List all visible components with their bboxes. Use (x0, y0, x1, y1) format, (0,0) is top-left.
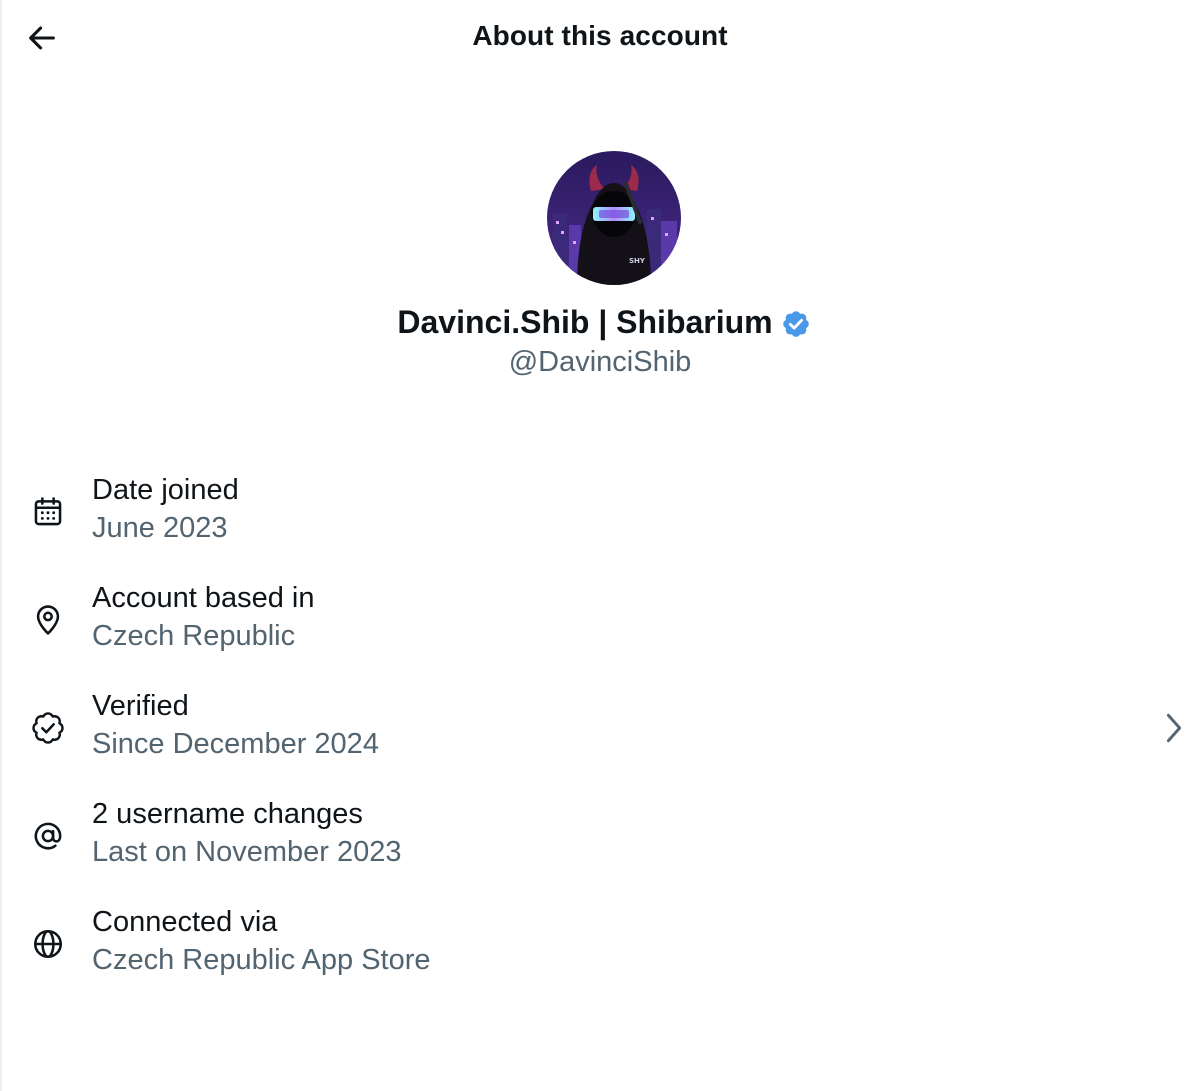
info-title: 2 username changes (92, 798, 363, 830)
info-row-connected-via: Connected via Czech Republic App Store (0, 906, 1200, 998)
info-value: Czech Republic App Store (92, 944, 431, 976)
page-title: About this account (472, 20, 728, 51)
display-name-row: Davinci.Shib | Shibarium (0, 304, 1200, 341)
info-row-date-joined: Date joined June 2023 (0, 474, 1200, 566)
info-title: Account based in (92, 582, 315, 614)
chevron-right-icon[interactable] (1160, 708, 1188, 748)
globe-icon (28, 924, 68, 964)
info-row-verified[interactable]: Verified Since December 2024 (0, 690, 1200, 782)
info-value: Czech Republic (92, 620, 296, 652)
info-value: Last on November 2023 (92, 836, 402, 868)
hooded-devil-avatar: SHY (547, 151, 681, 285)
info-title: Connected via (92, 906, 278, 938)
info-row-based-in: Account based in Czech Republic (0, 582, 1200, 674)
info-title: Date joined (92, 474, 239, 506)
verified-check-icon (28, 708, 68, 748)
at-sign-icon (28, 816, 68, 856)
svg-text:SHY: SHY (629, 257, 646, 265)
info-title: Verified (92, 690, 189, 722)
info-row-username-changes: 2 username changes Last on November 2023 (0, 798, 1200, 890)
verified-badge-icon[interactable] (781, 309, 811, 339)
handle: @DavinciShib (508, 346, 692, 378)
info-value: Since December 2024 (92, 728, 379, 760)
info-value: June 2023 (92, 512, 228, 544)
calendar-icon (28, 492, 68, 532)
avatar[interactable]: SHY (547, 151, 681, 285)
location-pin-icon (28, 600, 68, 640)
display-name: Davinci.Shib | Shibarium (397, 304, 773, 340)
